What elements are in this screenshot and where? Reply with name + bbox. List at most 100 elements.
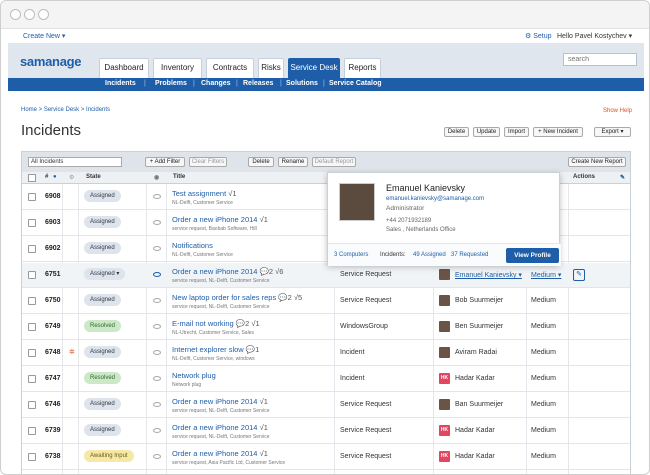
- eye-icon[interactable]: [153, 350, 161, 355]
- table-row[interactable]: 6738 Awaiting Input Order a new iPhone 2…: [22, 445, 630, 470]
- subnav-problems[interactable]: Problems: [155, 80, 187, 87]
- eye-icon[interactable]: [153, 220, 161, 225]
- table-row[interactable]: 6739 Assigned Order a new iPhone 2014 √1…: [22, 419, 630, 444]
- incident-number[interactable]: 6903: [45, 219, 61, 226]
- window-minimize-dot[interactable]: [24, 9, 35, 20]
- state-dropdown[interactable]: Assigned ▾: [84, 268, 126, 280]
- col-number[interactable]: #: [45, 174, 48, 180]
- requested-link[interactable]: 37 Requested: [451, 252, 488, 258]
- incident-number[interactable]: 6738: [45, 453, 61, 460]
- create-new-menu[interactable]: Create New ▾: [23, 32, 65, 40]
- show-help-link[interactable]: Show Help: [603, 108, 632, 114]
- subnav-incidents[interactable]: Incidents: [105, 80, 136, 87]
- import-button[interactable]: Import: [504, 127, 529, 137]
- breadcrumb[interactable]: Home > Service Desk > Incidents: [21, 107, 110, 113]
- incident-title[interactable]: Order a new iPhone 2014 √1: [172, 215, 268, 224]
- tab-risks[interactable]: Risks: [258, 58, 284, 78]
- incident-title[interactable]: Network plug: [172, 371, 216, 380]
- assigned-link[interactable]: 49 Assigned: [413, 252, 446, 258]
- samanage-logo[interactable]: samanage: [20, 54, 82, 69]
- incident-title[interactable]: Order a new iPhone 2014 💬2 √6: [172, 267, 283, 276]
- row-checkbox[interactable]: [28, 453, 36, 461]
- subnav-changes[interactable]: Changes: [201, 80, 231, 87]
- tab-contracts[interactable]: Contracts: [206, 58, 254, 78]
- update-button[interactable]: Update: [473, 127, 500, 137]
- table-row[interactable]: 6748 ✲ Assigned Internet explorer slow 💬…: [22, 341, 630, 366]
- eye-icon[interactable]: [153, 246, 161, 251]
- computers-link[interactable]: 3 Computers: [334, 252, 368, 258]
- incident-number[interactable]: 6748: [45, 349, 61, 356]
- assignee-dropdown[interactable]: Emanuel Kanievsky ▾: [455, 271, 522, 279]
- incident-number[interactable]: 6746: [45, 401, 61, 408]
- incident-title[interactable]: E-mail not working 💬2 √1: [172, 319, 260, 328]
- table-row[interactable]: 6747 Resolved Network plug Network plug …: [22, 367, 630, 392]
- incident-number[interactable]: 6750: [45, 297, 61, 304]
- tab-dashboard[interactable]: Dashboard: [99, 58, 149, 78]
- add-filter-button[interactable]: + Add Filter: [145, 157, 185, 167]
- col-state[interactable]: State: [86, 174, 101, 180]
- incident-title[interactable]: Order a new iPhone 2014 √1: [172, 423, 268, 432]
- eye-icon[interactable]: [153, 298, 161, 303]
- eye-icon[interactable]: [153, 376, 161, 381]
- incident-number[interactable]: 6908: [45, 193, 61, 200]
- new-incident-button[interactable]: + New Incident: [533, 127, 583, 137]
- row-checkbox[interactable]: [28, 401, 36, 409]
- eye-icon[interactable]: [153, 428, 161, 433]
- tab-reports[interactable]: Reports: [344, 58, 381, 78]
- eye-icon[interactable]: [153, 272, 161, 277]
- incident-number[interactable]: 6747: [45, 375, 61, 382]
- report-delete-button[interactable]: Delete: [248, 157, 274, 167]
- search-input[interactable]: [563, 53, 637, 66]
- row-checkbox[interactable]: [28, 193, 36, 201]
- sort-down-icon[interactable]: ●: [53, 174, 57, 180]
- popup-email-link[interactable]: emanuel.kanievsky@samanage.com: [386, 196, 484, 202]
- delete-button[interactable]: Delete: [444, 127, 469, 137]
- row-checkbox[interactable]: [28, 323, 36, 331]
- view-profile-button[interactable]: View Profile: [506, 248, 559, 263]
- row-checkbox[interactable]: [28, 271, 36, 279]
- create-new-report-button[interactable]: Create New Report: [568, 157, 626, 167]
- row-checkbox[interactable]: [28, 349, 36, 357]
- row-checkbox[interactable]: [28, 375, 36, 383]
- incident-title[interactable]: Order a new iPhone 2014 √1: [172, 397, 268, 406]
- export-button[interactable]: Export ▾: [594, 127, 631, 137]
- eye-icon[interactable]: [153, 194, 161, 199]
- row-checkbox[interactable]: [28, 427, 36, 435]
- incident-title[interactable]: Notifications: [172, 241, 213, 250]
- col-title[interactable]: Title: [173, 174, 185, 180]
- row-checkbox[interactable]: [28, 219, 36, 227]
- subnav-service-catalog[interactable]: Service Catalog: [329, 80, 382, 87]
- incident-title[interactable]: Internet explorer slow 💬1: [172, 345, 259, 354]
- subnav-releases[interactable]: Releases: [243, 80, 273, 87]
- incident-title[interactable]: Order a new iPhone 2014 √1: [172, 449, 268, 458]
- tab-service-desk[interactable]: Service Desk: [288, 58, 340, 78]
- default-report-button[interactable]: Default Report: [312, 157, 356, 167]
- wrench-icon[interactable]: ✎: [620, 174, 625, 181]
- select-all-checkbox[interactable]: [28, 174, 36, 182]
- incident-number[interactable]: 6739: [45, 427, 61, 434]
- user-menu[interactable]: Hello Pavel Kostychev ▾: [557, 32, 632, 40]
- incident-number[interactable]: 6751: [45, 271, 61, 278]
- tab-inventory[interactable]: Inventory: [153, 58, 202, 78]
- table-row[interactable]: 6749 Resolved E-mail not working 💬2 √1 N…: [22, 315, 630, 340]
- setup-link[interactable]: ⚙ Setup: [525, 32, 552, 40]
- edit-pencil-icon[interactable]: ✎: [573, 269, 585, 281]
- subnav-solutions[interactable]: Solutions: [286, 80, 318, 87]
- incident-number[interactable]: 6902: [45, 245, 61, 252]
- incident-title[interactable]: Test assignment √1: [172, 189, 237, 198]
- report-select[interactable]: All Incidents: [28, 157, 122, 167]
- table-row[interactable]: 6750 Assigned New laptop order for sales…: [22, 289, 630, 314]
- row-checkbox[interactable]: [28, 245, 36, 253]
- row-checkbox[interactable]: [28, 297, 36, 305]
- rename-button[interactable]: Rename: [278, 157, 308, 167]
- window-maximize-dot[interactable]: [38, 9, 49, 20]
- table-row[interactable]: 6751 Assigned ▾ Order a new iPhone 2014 …: [22, 263, 630, 288]
- priority-dropdown[interactable]: Medium ▾: [531, 271, 561, 279]
- clear-filters-button[interactable]: Clear Filters: [189, 157, 227, 167]
- eye-icon[interactable]: [153, 324, 161, 329]
- incident-number[interactable]: 6749: [45, 323, 61, 330]
- eye-icon[interactable]: [153, 402, 161, 407]
- window-close-dot[interactable]: [10, 9, 21, 20]
- gear-icon[interactable]: ⚙: [69, 174, 74, 181]
- eye-icon[interactable]: [153, 454, 161, 459]
